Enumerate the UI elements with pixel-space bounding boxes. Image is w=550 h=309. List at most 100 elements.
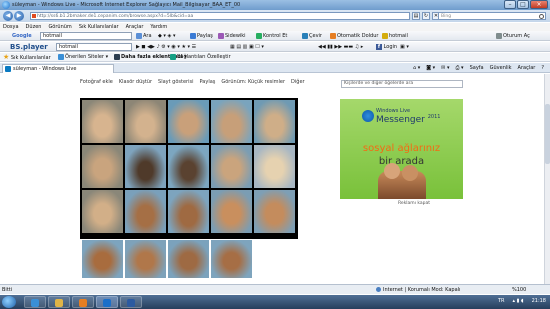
favorites-button[interactable]: ★ Sık Kullanılanlar [3, 53, 51, 62]
photo-thumbnail[interactable] [82, 145, 123, 188]
window-title: süleyman - Windows Live - Microsoft Inte… [12, 2, 241, 8]
more-link[interactable]: Diğer [291, 79, 305, 85]
photo-thumbnail[interactable] [82, 190, 123, 233]
tray-icons[interactable]: ▴ ▮ ◖ [513, 298, 524, 304]
ad-product-name: Messenger [376, 115, 425, 125]
sidewiki-button[interactable]: Sidewiki [218, 32, 246, 40]
search-icon[interactable] [539, 14, 544, 19]
photo-thumbnail[interactable] [211, 190, 252, 233]
tab-windows-live[interactable]: süleyman - Windows Live [2, 64, 114, 73]
photo-thumbnail[interactable] [168, 190, 209, 233]
taskbar-ie-active[interactable] [96, 296, 118, 308]
autofill-icon [330, 32, 336, 39]
clock[interactable]: 21:18 [532, 298, 546, 304]
bsplayer-icons[interactable]: ▶ ◼ ◀▶ ♪ ⚙ ▾ ◉ ▾ ★ ▾ ☰ [136, 43, 196, 51]
page-content: Fotoğraf ekle Klasör düştür Slayt göster… [0, 74, 544, 284]
media-controls[interactable]: ▦ ▤ ▥ ▣ ☐ ▾ [230, 43, 264, 51]
magnifier-icon [136, 32, 142, 39]
photo-thumbnail[interactable] [254, 100, 295, 143]
photo-thumbnail[interactable] [168, 240, 209, 278]
zoom-level[interactable]: %100 [512, 287, 526, 293]
photo-thumbnail[interactable] [125, 240, 166, 278]
abc-check-icon [256, 32, 262, 39]
menu-tools[interactable]: Araçlar [126, 23, 144, 31]
photo-thumbnail[interactable] [82, 100, 123, 143]
translate-label: Çevir [309, 33, 322, 39]
sign-in-label: Oturum Aç [503, 33, 530, 39]
hotmail-bookmark[interactable]: hotmail [382, 32, 408, 40]
customize-links-button[interactable]: Bağlantıları Özelleştir [170, 53, 231, 62]
share-icon [190, 32, 196, 39]
back-button[interactable]: ◀ [3, 11, 13, 21]
menu-file[interactable]: Dosya [3, 23, 19, 31]
site-favicon-icon [32, 14, 36, 18]
add-photos-link[interactable]: Fotoğraf ekle [80, 79, 113, 85]
player-controls[interactable]: ◀◀ ▮▮ ▶▶ ▬▬ ♫ ▸ [318, 43, 363, 51]
maximize-button[interactable]: □ [517, 0, 529, 9]
messenger-ad[interactable]: Windows Live Messenger 2011 sosyal ağlar… [340, 99, 463, 199]
download-folder-link[interactable]: Klasör düştür [119, 79, 152, 85]
language-indicator[interactable]: TR [498, 298, 505, 304]
page-menu[interactable]: Sayfa [470, 65, 484, 71]
google-search-button[interactable]: Ara [136, 32, 152, 40]
address-bar[interactable]: http://ss6.b1.2bmaker.de1.cepanim.com/br… [30, 12, 410, 20]
home-icon[interactable]: ⌂ ▾ [413, 65, 420, 71]
close-ad-link[interactable]: Reklamı kapat [398, 201, 430, 206]
photo-thumbnail[interactable] [125, 100, 166, 143]
feeds-icon[interactable]: ◙ ▾ [426, 65, 435, 71]
autofill-button[interactable]: Otomatik Doldur [330, 32, 378, 40]
photo-thumbnail[interactable] [254, 190, 295, 233]
address-url: http://ss6.b1.2bmaker.de1.cepanim.com/br… [37, 14, 194, 19]
suggested-sites-icon [58, 53, 64, 60]
share-button[interactable]: Paylaş [190, 32, 213, 40]
taskbar-word[interactable] [120, 296, 142, 308]
photo-thumbnail[interactable] [211, 145, 252, 188]
photo-thumbnail[interactable] [168, 145, 209, 188]
photo-thumbnail[interactable] [211, 240, 252, 278]
sidewiki-icon [218, 32, 224, 39]
sign-in-button[interactable]: Oturum Aç [496, 32, 530, 40]
close-button[interactable]: × [530, 0, 548, 9]
bsplayer-search-input[interactable]: hotmail [56, 43, 132, 51]
photo-thumbnail[interactable] [168, 100, 209, 143]
slideshow-link[interactable]: Slayt gösterisi [158, 79, 193, 85]
menu-favorites[interactable]: Sık Kullanılanlar [79, 23, 119, 31]
safety-menu[interactable]: Güvenlik [490, 65, 512, 71]
spellcheck-button[interactable]: Kontrol Et [256, 32, 287, 40]
photo-thumbnail[interactable] [125, 145, 166, 188]
compat-view-icon[interactable]: ▤ [412, 12, 420, 20]
security-zone[interactable]: Internet | Korumalı Mod: Kapalı [376, 287, 460, 293]
photo-thumbnail[interactable] [211, 100, 252, 143]
facebook-login-button[interactable]: f Login [376, 43, 397, 51]
addons-icon [114, 53, 120, 60]
forward-button[interactable]: ▶ [14, 11, 24, 21]
photo-thumbnail[interactable] [125, 190, 166, 233]
vertical-scrollbar[interactable] [544, 74, 550, 284]
people-search-input[interactable]: Kişilerde ve diğer öğelerde ara [341, 80, 463, 88]
bing-search-box[interactable]: Bing [438, 12, 546, 20]
help-icon[interactable]: ? [541, 65, 544, 71]
scrollbar-thumb[interactable] [545, 104, 550, 164]
minimize-button[interactable]: – [504, 0, 516, 9]
toolbar-options-icon[interactable]: ◆ ▾ ◈ ▾ [158, 32, 175, 40]
tools-menu[interactable]: Araçlar [518, 65, 536, 71]
photo-thumbnail[interactable] [254, 145, 295, 188]
print-icon[interactable]: ⎙ ▾ [455, 65, 463, 71]
taskbar-explorer[interactable] [48, 296, 70, 308]
share-link[interactable]: Paylaş [200, 79, 216, 85]
suggested-sites-button[interactable]: Önerilen Siteler ▾ [58, 53, 108, 62]
menu-edit[interactable]: Düzen [26, 23, 42, 31]
menu-help[interactable]: Yardım [150, 23, 167, 31]
taskbar-ie[interactable] [24, 296, 46, 308]
menu-view[interactable]: Görünüm [48, 23, 71, 31]
extra-tools-icon[interactable]: ▣ ▾ [400, 43, 409, 51]
star-icon: ★ [3, 53, 10, 61]
start-button[interactable] [2, 296, 16, 308]
refresh-icon[interactable]: ↻ [422, 12, 430, 20]
translate-button[interactable]: Çevir [302, 32, 322, 40]
taskbar-media[interactable] [72, 296, 94, 308]
photo-thumbnail[interactable] [82, 240, 123, 278]
mail-icon[interactable]: ✉ ▾ [441, 65, 449, 71]
view-thumbnails-link[interactable]: Görünüm: Küçük resimler [221, 79, 285, 85]
google-search-input[interactable]: hotmail [40, 32, 132, 40]
